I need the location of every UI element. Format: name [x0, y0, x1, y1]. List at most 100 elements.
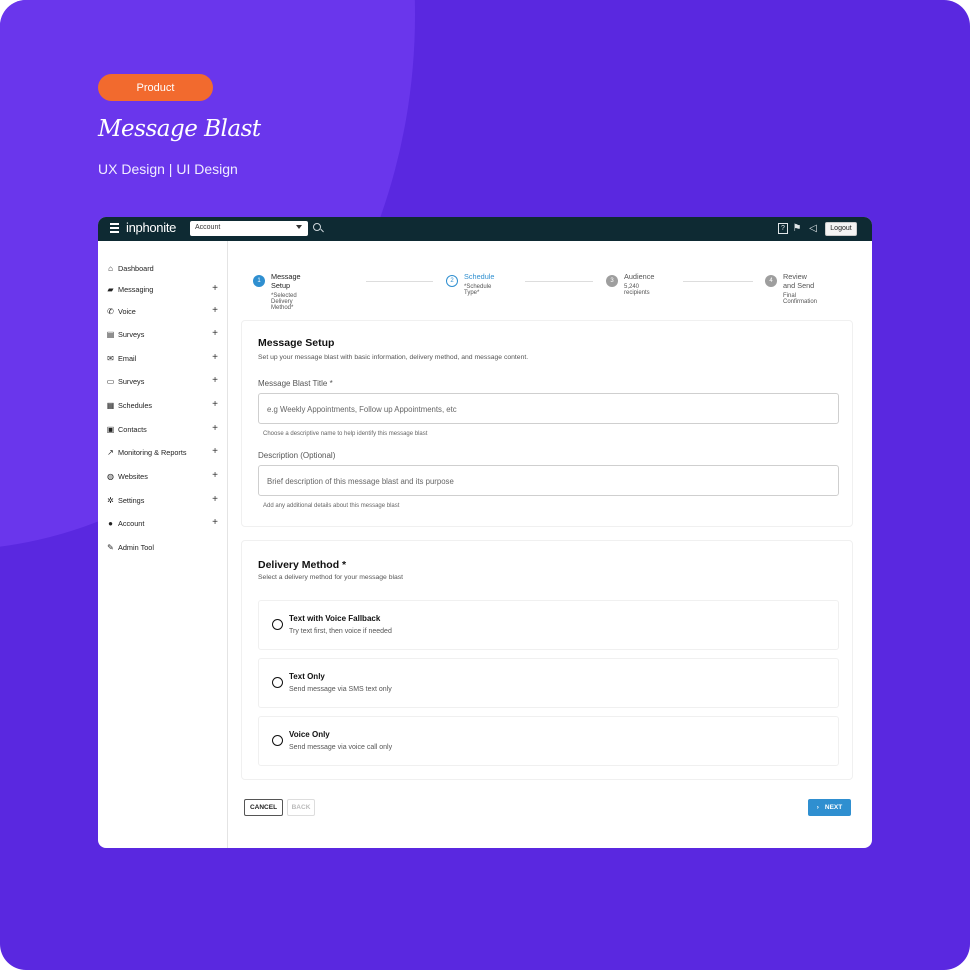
step-title: Audience: [624, 272, 655, 281]
sidebar-item[interactable]: ⌂ Dashboard: [106, 261, 220, 275]
step-number: 4: [765, 275, 777, 287]
home-icon: ⌂: [108, 263, 113, 273]
help-icon[interactable]: ?: [778, 223, 788, 234]
chat-icon: ▰: [107, 284, 114, 294]
sidebar-item-label: Voice: [118, 306, 136, 316]
section-description: Set up your message blast with basic inf…: [258, 354, 529, 361]
search-icon[interactable]: [313, 223, 321, 231]
megaphone-icon[interactable]: ◁: [806, 223, 820, 234]
flag-icon[interactable]: ⚑: [792, 223, 802, 234]
project-title: Message Blast: [98, 116, 261, 142]
step[interactable]: 2 Schedule *Schedule Type*: [446, 272, 494, 296]
sidebar-item-label: Contacts: [118, 424, 147, 434]
section-title: Delivery Method *: [258, 559, 347, 571]
step-subtitle: 5,240 recipients: [624, 284, 650, 296]
folder-icon: ▭: [106, 376, 115, 386]
plus-icon[interactable]: +: [212, 374, 218, 388]
sidebar-item[interactable]: ✉ Email +: [106, 351, 220, 365]
plus-icon[interactable]: +: [212, 327, 218, 341]
plus-icon[interactable]: +: [212, 469, 218, 483]
plus-icon[interactable]: +: [212, 304, 218, 318]
menu-icon[interactable]: [110, 223, 119, 233]
sidebar-item-label: Websites: [118, 471, 148, 481]
step-number: 3: [606, 275, 618, 287]
sidebar-item[interactable]: ✲ Settings +: [106, 493, 220, 507]
chevron-down-icon: [296, 225, 302, 229]
plus-icon[interactable]: +: [212, 282, 218, 296]
sidebar-item[interactable]: ▤ Surveys +: [106, 327, 220, 341]
account-select-value: Account: [195, 224, 221, 231]
delivery-option[interactable]: Text Only Send message via SMS text only: [258, 658, 839, 708]
radio-button[interactable]: [272, 735, 283, 746]
sidebar-item-label: Monitoring & Reports: [118, 447, 187, 457]
sidebar-item-label: Surveys: [118, 329, 145, 339]
calendar-icon: ▦: [106, 400, 115, 410]
account-select[interactable]: Account: [190, 221, 308, 236]
step-connector: [683, 281, 753, 282]
category-tag: Product: [98, 74, 213, 101]
step[interactable]: 4 Review and Send Final Confirmation: [765, 272, 817, 305]
chart-icon: ↗: [107, 447, 114, 457]
sidebar-item[interactable]: ↗ Monitoring & Reports +: [106, 445, 220, 459]
plus-icon[interactable]: +: [212, 516, 218, 530]
step-subtitle: *Schedule Type*: [464, 284, 492, 296]
delivery-method-card: Delivery Method * Select a delivery meth…: [241, 540, 853, 780]
sidebar-item[interactable]: ● Account +: [106, 516, 220, 530]
sidebar-item-label: Account: [118, 518, 145, 528]
option-title: Text Only: [289, 672, 325, 681]
wrench-icon: ✎: [107, 542, 114, 552]
sidebar-item-label: Schedules: [118, 400, 153, 410]
radio-button[interactable]: [272, 677, 283, 688]
sidebar-item-label: Dashboard: [118, 263, 154, 273]
sidebar-item[interactable]: ▭ Surveys +: [106, 374, 220, 388]
plus-icon[interactable]: +: [212, 351, 218, 365]
step-number: 2: [446, 275, 458, 287]
step[interactable]: 3 Audience 5,240 recipients: [606, 272, 654, 296]
user-icon: ●: [108, 518, 113, 528]
chevron-right-icon: ›: [816, 804, 819, 811]
project-subtitle: UX Design | UI Design: [98, 161, 238, 177]
step-subtitle: *Selected Delivery Method*: [271, 293, 297, 311]
radio-button[interactable]: [272, 619, 283, 630]
cancel-button[interactable]: CANCEL: [244, 799, 283, 816]
description-input-placeholder: Brief description of this message blast …: [267, 477, 454, 486]
app-window: inphonite Account ? ⚑ ◁ Logout ⌂ Dashboar…: [98, 217, 872, 848]
clipboard-icon: ▤: [106, 329, 115, 339]
step-connector: [525, 281, 593, 282]
delivery-option[interactable]: Text with Voice Fallback Try text first, …: [258, 600, 839, 650]
step[interactable]: 1 Message Setup *Selected Delivery Method*: [253, 272, 301, 311]
delivery-option[interactable]: Voice Only Send message via voice call on…: [258, 716, 839, 766]
sidebar-item[interactable]: ◍ Websites +: [106, 469, 220, 483]
step-title: Schedule: [464, 272, 495, 281]
plus-icon[interactable]: +: [212, 422, 218, 436]
sidebar-item[interactable]: ▣ Contacts +: [106, 422, 220, 436]
title-input[interactable]: e.g Weekly Appointments, Follow up Appoi…: [258, 393, 839, 424]
plus-icon[interactable]: +: [212, 445, 218, 459]
plus-icon[interactable]: +: [212, 398, 218, 412]
description-input[interactable]: Brief description of this message blast …: [258, 465, 839, 496]
section-title: Message Setup: [258, 337, 335, 349]
next-button[interactable]: › NEXT: [808, 799, 851, 816]
step-connector: [366, 281, 433, 282]
globe-icon: ◍: [107, 471, 114, 481]
top-bar: inphonite Account ? ⚑ ◁ Logout: [98, 217, 872, 241]
option-description: Send message via SMS text only: [289, 686, 392, 693]
back-button[interactable]: BACK: [287, 799, 315, 816]
step-title: Message Setup: [271, 272, 301, 290]
logout-button[interactable]: Logout: [825, 222, 857, 236]
sidebar-item[interactable]: ✆ Voice +: [106, 304, 220, 318]
option-description: Try text first, then voice if needed: [289, 628, 392, 635]
section-description: Select a delivery method for your messag…: [258, 574, 404, 581]
sidebar-item[interactable]: ▰ Messaging +: [106, 282, 220, 296]
plus-icon[interactable]: +: [212, 493, 218, 507]
sidebar-item[interactable]: ✎ Admin Tool: [106, 540, 220, 554]
step-title: Review and Send: [783, 272, 815, 290]
app-logo: inphonite: [126, 220, 177, 235]
step-subtitle: Final Confirmation: [783, 293, 818, 305]
sidebar-item-label: Messaging: [118, 284, 154, 294]
sidebar-item-label: Settings: [118, 495, 145, 505]
sidebar-item[interactable]: ▦ Schedules +: [106, 398, 220, 412]
phone-icon: ✆: [107, 306, 114, 316]
title-input-placeholder: e.g Weekly Appointments, Follow up Appoi…: [267, 405, 457, 414]
description-field-hint: Add any additional details about this me…: [263, 503, 400, 509]
